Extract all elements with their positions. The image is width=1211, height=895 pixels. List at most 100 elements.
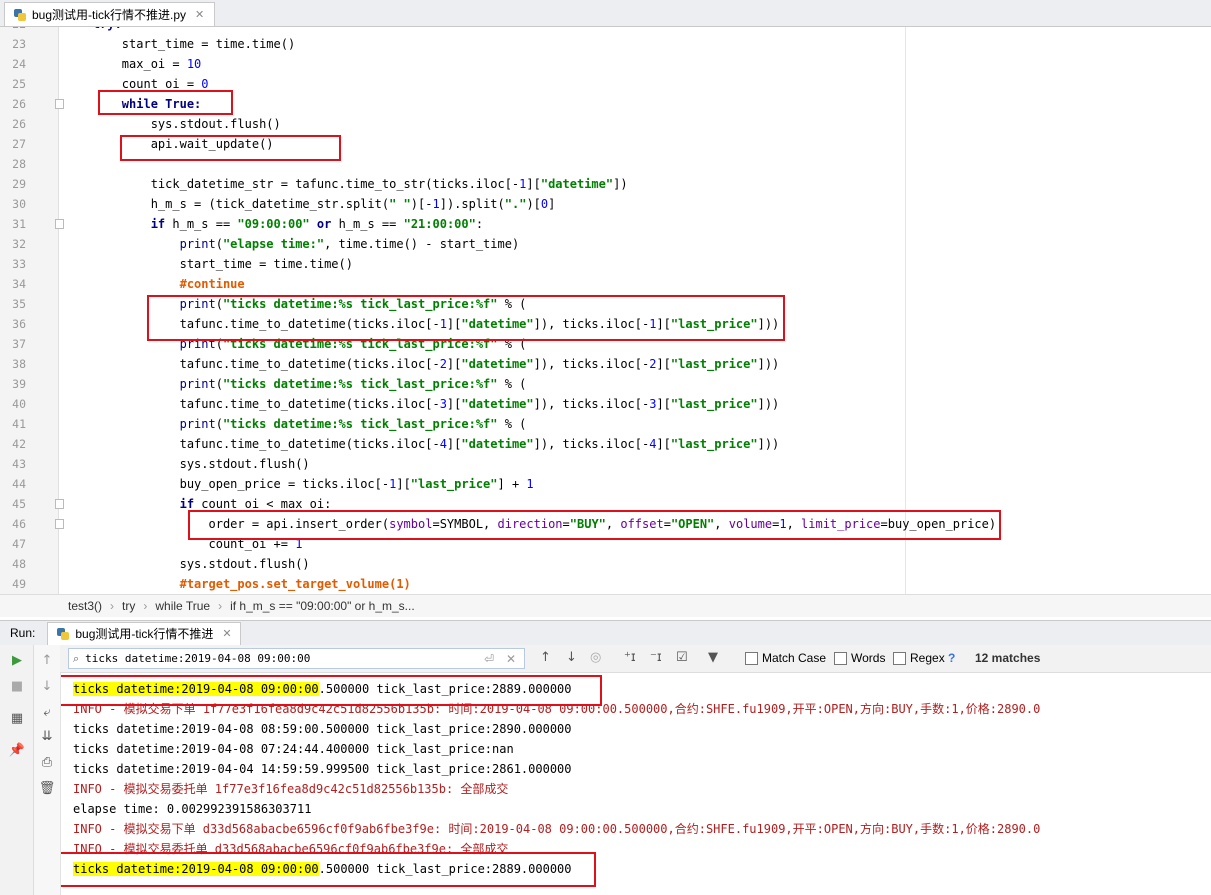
code-token: ( [215, 237, 223, 251]
annotation-box-console-last [61, 852, 596, 887]
run-config-tab[interactable]: bug测试用-tick行情不推进 ✕ [47, 621, 241, 645]
line-number: 45 [12, 497, 26, 511]
clear-search-icon[interactable]: ✕ [506, 652, 516, 666]
scroll-up-icon[interactable]: ↑ [38, 651, 56, 669]
new-line-icon[interactable]: ⏎ [484, 652, 494, 666]
line-number: 31 [12, 217, 26, 231]
code-token: count_oi < max_oi: [194, 497, 332, 511]
previous-match-icon[interactable]: ↑ [540, 650, 551, 665]
code-token: h_m_s == [331, 217, 404, 231]
layout-icon[interactable]: ▦ [8, 709, 26, 727]
breadcrumb: test3() › try › while True › if h_m_s == "09:0… [0, 594, 1211, 617]
run-tab-title: bug测试用-tick行情不推进 [75, 627, 214, 641]
code-token: if [150, 217, 166, 231]
filter-icon[interactable]: ▼ [708, 650, 718, 665]
code-token: ][ [446, 357, 462, 371]
code-token: #target_pos.set_target_volume(1) [179, 577, 411, 591]
words-option[interactable]: Words [834, 651, 885, 665]
close-icon[interactable]: ✕ [222, 627, 231, 640]
console-output[interactable]: ticks datetime:2019-04-08 09:00:00.50000… [61, 673, 1211, 895]
code-token: count_oi = [64, 77, 202, 91]
search-input[interactable] [83, 651, 468, 666]
python-file-icon [13, 8, 27, 22]
soft-wrap-icon[interactable]: ⤶ [38, 703, 56, 721]
breadcrumb-item[interactable]: test3() [68, 599, 102, 613]
line-number: 33 [12, 257, 26, 271]
regex-option[interactable]: Regex [893, 651, 945, 665]
code-token: "ticks datetime:%s tick_last_price:%f" [222, 377, 498, 391]
code-text: tafunc.time_to_datetime(ticks.iloc[-4]["… [64, 434, 780, 454]
code-token: ])) [757, 397, 780, 411]
code-line: 33 start_time = time.time() [0, 254, 1211, 274]
code-token: ]), ticks.iloc[- [533, 397, 650, 411]
code-token: "09:00:00" [237, 217, 310, 231]
breadcrumb-item[interactable]: if h_m_s == "09:00:00" or h_m_s... [230, 599, 415, 613]
next-match-icon[interactable]: ↓ [566, 650, 577, 665]
add-occurrence-icon[interactable]: ⁺ɪ [624, 650, 636, 665]
code-token: ]), ticks.iloc[- [533, 357, 650, 371]
code-line: 30 h_m_s = (tick_datetime_str.split(" ")… [0, 194, 1211, 214]
code-token: ]).split( [439, 197, 505, 211]
code-text: #target_pos.set_target_volume(1) [64, 574, 411, 594]
scroll-to-end-icon[interactable]: ⇊ [38, 727, 56, 745]
code-line: 29 tick_datetime_str = tafunc.time_to_st… [0, 174, 1211, 194]
code-token: max_oi = [64, 57, 187, 71]
search-field[interactable]: ⌕ ⏎ ✕ [68, 648, 525, 669]
find-usages-icon[interactable]: ◎ [590, 650, 601, 665]
code-token: 10 [186, 57, 202, 71]
line-number: 28 [12, 157, 26, 171]
code-token: ( [215, 417, 223, 431]
line-number: 34 [12, 277, 26, 291]
code-token: tafunc.time_to_datetime(ticks.iloc[- [64, 397, 440, 411]
line-number: 47 [12, 537, 26, 551]
code-editor[interactable]: 22 try:23 start_time = time.time()24 max… [0, 27, 1211, 594]
print-icon[interactable]: ⎙ [38, 753, 56, 771]
editor-file-tab[interactable]: bug测试用-tick行情不推进.py ✕ [4, 2, 216, 26]
line-number: 36 [12, 317, 26, 331]
breadcrumb-separator-icon: › [218, 599, 223, 613]
code-token: ] [548, 197, 556, 211]
code-token: sys.stdout.flush() [64, 117, 281, 131]
code-line: 23 start_time = time.time() [0, 34, 1211, 54]
close-icon[interactable]: ✕ [195, 8, 204, 21]
regex-help-link[interactable]: ? [948, 651, 955, 665]
code-line: 41 print("ticks datetime:%s tick_last_pr… [0, 414, 1211, 434]
code-text: tafunc.time_to_datetime(ticks.iloc[-2]["… [64, 354, 780, 374]
remove-occurrence-icon[interactable]: ⁻ɪ [650, 650, 662, 665]
fold-marker-icon[interactable] [55, 219, 64, 229]
fold-marker-icon[interactable] [55, 499, 64, 509]
scroll-down-icon[interactable]: ↓ [38, 677, 56, 695]
console-text: ticks datetime:2019-04-08 07:24:44.40000… [73, 742, 514, 756]
search-icon: ⌕ [73, 651, 80, 665]
code-token: "datetime" [461, 437, 534, 451]
code-line: 32 print("elapse time:", time.time() - s… [0, 234, 1211, 254]
pin-icon[interactable]: 📌 [8, 741, 26, 759]
code-token: start_time = time.time() [64, 37, 296, 51]
words-checkbox[interactable] [834, 651, 847, 665]
trash-icon[interactable]: 🗑 [38, 779, 56, 797]
run-label: Run: [10, 626, 36, 640]
match-case-checkbox[interactable] [745, 651, 758, 665]
code-token: if [179, 497, 195, 511]
select-all-occurrences-icon[interactable]: ☑ [676, 650, 688, 665]
fold-marker-icon[interactable] [55, 99, 64, 109]
regex-checkbox[interactable] [893, 651, 906, 665]
breadcrumb-item[interactable]: try [122, 599, 135, 613]
code-text: print("ticks datetime:%s tick_last_price… [64, 374, 527, 394]
run-icon[interactable]: ▶ [8, 651, 26, 669]
fold-marker-icon[interactable] [55, 519, 64, 529]
code-line: 34 #continue [0, 274, 1211, 294]
match-case-option[interactable]: Match Case [745, 651, 826, 665]
stop-icon[interactable]: ■ [8, 677, 26, 695]
breadcrumb-item[interactable]: while True [155, 599, 210, 613]
code-line: 48 sys.stdout.flush() [0, 554, 1211, 574]
code-token: start_time = time.time() [64, 257, 353, 271]
code-line: 44 buy_open_price = ticks.iloc[- 1]["last… [0, 474, 1211, 494]
code-token: ][ [446, 437, 462, 451]
code-token: tafunc.time_to_datetime(ticks.iloc[- [64, 357, 440, 371]
console-toolbar: ↑ ↓ ⤶ ⇊ ⎙ 🗑 [34, 645, 61, 895]
